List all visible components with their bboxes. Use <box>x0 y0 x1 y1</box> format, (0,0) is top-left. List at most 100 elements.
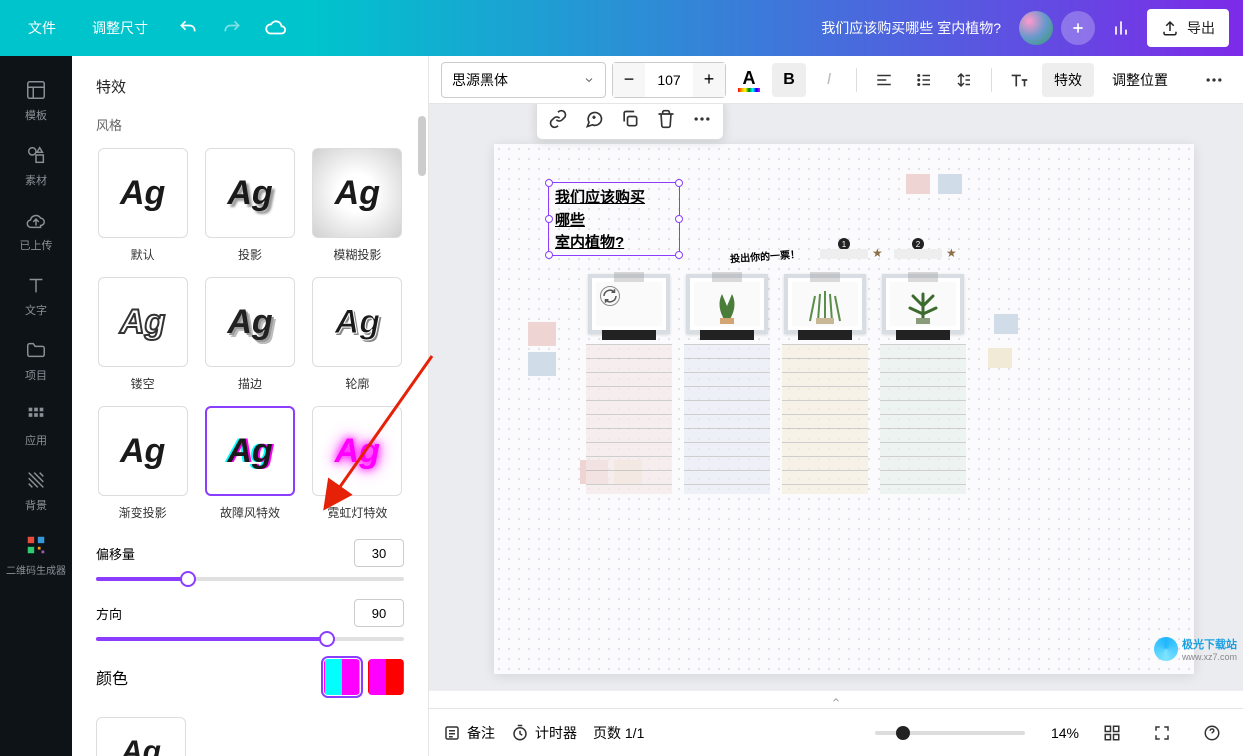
notes-column-1[interactable] <box>586 344 672 494</box>
add-collaborator-button[interactable] <box>1061 11 1095 45</box>
sticky-note[interactable] <box>938 174 962 194</box>
effect-glitch[interactable]: Ag 故障风特效 <box>203 406 296 521</box>
folder-icon <box>24 338 48 362</box>
effects-button[interactable]: 特效 <box>1042 63 1094 97</box>
list-button[interactable] <box>907 63 941 97</box>
nav-uploads[interactable]: 已上传 <box>0 198 72 263</box>
sticky-note[interactable] <box>528 322 556 346</box>
nav-templates[interactable]: 模板 <box>0 68 72 133</box>
font-size-input[interactable] <box>645 63 693 97</box>
bold-button[interactable]: B <box>772 63 806 97</box>
plant-card-3[interactable] <box>784 274 866 334</box>
canvas-viewport[interactable]: 我们应该购买 哪些 室内植物? 投出你的一票！ 1 2 ★ ★ <box>429 104 1243 690</box>
font-size-increase[interactable]: + <box>693 63 725 97</box>
spacing-button[interactable] <box>947 63 981 97</box>
chevron-down-icon <box>583 74 595 86</box>
direction-slider[interactable] <box>96 637 404 641</box>
panel-scrollbar[interactable] <box>418 116 426 176</box>
plant-card-1[interactable] <box>588 274 670 334</box>
effect-default[interactable]: Ag 默认 <box>96 148 189 263</box>
extra-effect-tile[interactable]: Ag <box>96 717 186 756</box>
resize-menu[interactable]: 调整尺寸 <box>78 12 162 44</box>
timer-button[interactable]: 计时器 <box>511 723 577 743</box>
export-button[interactable]: 导出 <box>1147 9 1229 47</box>
grid-view-button[interactable] <box>1095 716 1129 750</box>
effect-blur-shadow[interactable]: Ag 模糊投影 <box>311 148 404 263</box>
star-icon-1: ★ <box>872 246 883 260</box>
more-horizontal-icon <box>692 109 712 129</box>
text-case-button[interactable] <box>1002 63 1036 97</box>
more-options-button[interactable] <box>1197 63 1231 97</box>
nav-apps[interactable]: 应用 <box>0 393 72 458</box>
spacing-icon <box>955 71 973 89</box>
vote-text[interactable]: 投出你的一票！ <box>730 246 801 266</box>
selected-text-frame[interactable]: 我们应该购买 哪些 室内植物? <box>548 182 680 256</box>
page-expand-handle[interactable] <box>429 690 1243 708</box>
sticky-note[interactable] <box>528 352 556 376</box>
direction-input[interactable] <box>354 599 404 627</box>
effect-outline[interactable]: Ag 轮廓 <box>311 277 404 392</box>
chart-icon <box>1111 18 1131 38</box>
nav-elements[interactable]: 素材 <box>0 133 72 198</box>
color-swatch-magenta-red[interactable] <box>368 659 404 695</box>
redo-button[interactable] <box>214 10 250 46</box>
nav-background[interactable]: 背景 <box>0 458 72 523</box>
canvas-page[interactable]: 我们应该购买 哪些 室内植物? 投出你的一票！ 1 2 ★ ★ <box>494 144 1194 674</box>
notes-button[interactable]: 备注 <box>443 723 495 743</box>
notes-column-3[interactable] <box>782 344 868 494</box>
position-button[interactable]: 调整位置 <box>1100 63 1180 97</box>
offset-input[interactable] <box>354 539 404 567</box>
redo-icon <box>222 18 242 38</box>
effect-hollow[interactable]: Ag 镂空 <box>96 277 189 392</box>
list-icon <box>915 71 933 89</box>
comment-button[interactable] <box>577 104 611 136</box>
pages-indicator[interactable]: 页数 1/1 <box>593 723 644 743</box>
nav-text[interactable]: 文字 <box>0 263 72 328</box>
notes-column-2[interactable] <box>684 344 770 494</box>
plant-card-2[interactable] <box>686 274 768 334</box>
effect-shadow[interactable]: Ag 投影 <box>203 148 296 263</box>
effect-stroke[interactable]: Ag 描边 <box>203 277 296 392</box>
qrcode-icon <box>24 533 48 557</box>
offset-slider[interactable] <box>96 577 404 581</box>
delete-button[interactable] <box>649 104 683 136</box>
context-more-button[interactable] <box>685 104 719 136</box>
analytics-button[interactable] <box>1103 10 1139 46</box>
color-swatch-cyan-magenta[interactable] <box>324 659 360 695</box>
plant-card-4[interactable] <box>882 274 964 334</box>
nav-projects[interactable]: 项目 <box>0 328 72 393</box>
nav-qrcode[interactable]: 二维码生成器 <box>0 523 72 587</box>
notes-column-4[interactable] <box>880 344 966 494</box>
zoom-thumb[interactable] <box>896 726 910 740</box>
sticky-note[interactable] <box>988 348 1012 368</box>
grid-icon <box>1103 724 1121 742</box>
effect-gradient-shadow[interactable]: Ag 渐变投影 <box>96 406 189 521</box>
duplicate-button[interactable] <box>613 104 647 136</box>
user-avatar[interactable] <box>1019 11 1053 45</box>
cloud-sync-button[interactable] <box>258 10 294 46</box>
align-button[interactable] <box>867 63 901 97</box>
sticky-note[interactable] <box>906 174 930 194</box>
cloud-upload-icon <box>24 208 48 232</box>
font-family-select[interactable]: 思源黑体 <box>441 62 606 98</box>
text-color-button[interactable]: A <box>732 63 766 97</box>
document-title[interactable]: 我们应该购买哪些 室内植物? <box>302 18 1011 38</box>
headline-text[interactable]: 我们应该购买 哪些 室内植物? <box>549 183 679 259</box>
effect-neon[interactable]: Ag 霓虹灯特效 <box>311 406 404 521</box>
file-menu[interactable]: 文件 <box>14 12 70 44</box>
zoom-value[interactable]: 14% <box>1051 725 1079 741</box>
help-button[interactable] <box>1195 716 1229 750</box>
link-button[interactable] <box>541 104 575 136</box>
sticky-note[interactable] <box>994 314 1018 334</box>
font-size-decrease[interactable]: − <box>613 63 645 97</box>
zoom-slider[interactable] <box>875 731 1025 735</box>
text-toolbar: 思源黑体 − + A B I 特效 调整位置 <box>429 56 1243 104</box>
copy-icon <box>620 109 640 129</box>
fullscreen-button[interactable] <box>1145 716 1179 750</box>
undo-button[interactable] <box>170 10 206 46</box>
expand-icon <box>1153 724 1171 742</box>
italic-button[interactable]: I <box>812 63 846 97</box>
undo-icon <box>178 18 198 38</box>
canvas-area: 思源黑体 − + A B I 特效 调整位置 <box>429 56 1243 756</box>
background-icon <box>24 468 48 492</box>
